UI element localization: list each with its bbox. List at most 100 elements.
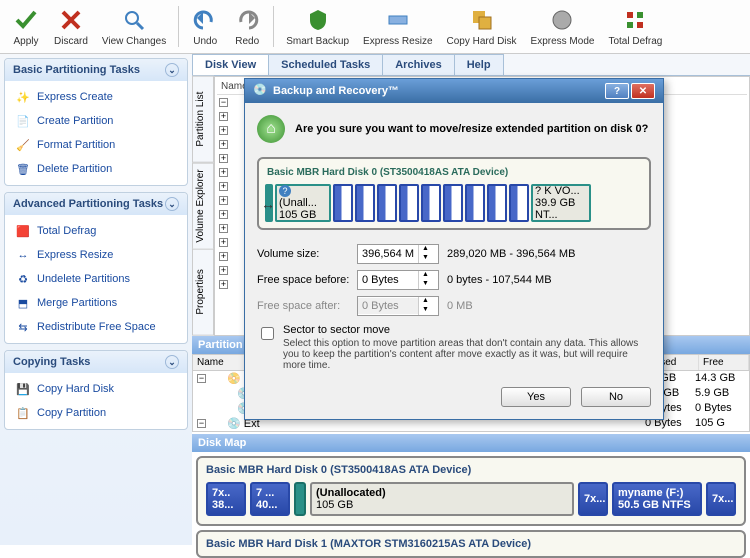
undo-button[interactable]: Undo xyxy=(185,4,225,49)
volume-size-input[interactable]: ▲▼ xyxy=(357,244,439,264)
partition-block[interactable] xyxy=(355,184,375,222)
app-icon: 💿 xyxy=(253,83,269,99)
spin-down-icon[interactable]: ▼ xyxy=(419,254,432,263)
expand-icon[interactable]: + xyxy=(219,182,228,191)
total-defrag-task[interactable]: 🟥Total Defrag xyxy=(5,219,187,243)
globe-icon xyxy=(548,6,576,34)
partition-block[interactable] xyxy=(487,184,507,222)
free-before-input[interactable]: ▲▼ xyxy=(357,270,439,290)
shield-icon xyxy=(304,6,332,34)
discard-button[interactable]: Discard xyxy=(48,4,94,49)
create-partition-task[interactable]: 📄Create Partition xyxy=(5,109,187,133)
view-tabs: Disk View Scheduled Tasks Archives Help xyxy=(192,54,750,76)
check-icon xyxy=(12,6,40,34)
partition-block[interactable] xyxy=(443,184,463,222)
free-before-label: Free space before: xyxy=(257,274,357,286)
partition-block[interactable] xyxy=(294,482,306,516)
express-resize-task[interactable]: ↔Express Resize xyxy=(5,243,187,267)
expand-icon[interactable]: + xyxy=(219,252,228,261)
partition-block[interactable]: 7x..38... xyxy=(206,482,246,516)
expand-icon[interactable]: + xyxy=(219,266,228,275)
expand-icon[interactable]: − xyxy=(219,98,228,107)
partition-block[interactable]: 7x... xyxy=(578,482,608,516)
vtab-partition-list[interactable]: Partition List xyxy=(192,76,214,163)
expand-icon[interactable]: + xyxy=(219,168,228,177)
tab-archives[interactable]: Archives xyxy=(382,54,454,75)
advanced-panel: Advanced Partitioning Tasks⌄ 🟥Total Defr… xyxy=(4,192,188,344)
free-after-range: 0 MB xyxy=(447,300,473,312)
collapse-icon[interactable]: ⌄ xyxy=(165,197,179,211)
sector-move-checkbox[interactable] xyxy=(261,327,274,340)
col-free[interactable]: Free xyxy=(699,355,749,370)
close-icon[interactable]: ✕ xyxy=(631,83,655,99)
merge-task[interactable]: ⬒Merge Partitions xyxy=(5,291,187,315)
copy-partition-task[interactable]: 📋Copy Partition xyxy=(5,401,187,425)
partition-block[interactable] xyxy=(465,184,485,222)
tab-help[interactable]: Help xyxy=(454,54,504,75)
expand-icon[interactable]: + xyxy=(219,140,228,149)
unallocated-block[interactable]: (Unallocated)105 GB xyxy=(310,482,574,516)
tab-scheduled[interactable]: Scheduled Tasks xyxy=(268,54,383,75)
expand-icon[interactable]: + xyxy=(219,280,228,289)
yes-button[interactable]: Yes xyxy=(501,387,571,407)
format-icon: 🧹 xyxy=(15,137,31,153)
expand-icon[interactable]: + xyxy=(219,238,228,247)
view-changes-button[interactable]: View Changes xyxy=(96,4,172,49)
smart-backup-button[interactable]: Smart Backup xyxy=(280,4,355,49)
disk-1-title: Basic MBR Hard Disk 1 (MAXTOR STM3160215… xyxy=(202,536,740,552)
copy-part-icon: 📋 xyxy=(15,405,31,421)
partition-block[interactable]: ? K VO...39.9 GB NT... xyxy=(531,184,591,222)
spin-up-icon[interactable]: ▲ xyxy=(419,271,432,280)
delete-partition-task[interactable]: 🗑Delete Partition xyxy=(5,157,187,181)
delete-icon: 🗑 xyxy=(15,161,31,177)
collapse-icon[interactable]: ⌄ xyxy=(165,63,179,77)
redistribute-task[interactable]: ⇆Redistribute Free Space xyxy=(5,315,187,339)
x-icon xyxy=(57,6,85,34)
expand-icon[interactable]: + xyxy=(219,224,228,233)
expand-icon[interactable]: + xyxy=(219,154,228,163)
vtab-volume-explorer[interactable]: Volume Explorer xyxy=(192,163,214,250)
unallocated-block[interactable]: ? (Unall...105 GB xyxy=(275,184,331,222)
partition-block[interactable] xyxy=(333,184,353,222)
redo-button[interactable]: Redo xyxy=(227,4,267,49)
vtab-properties[interactable]: Properties xyxy=(192,249,214,336)
partition-block[interactable] xyxy=(377,184,397,222)
express-resize-button[interactable]: Express Resize xyxy=(357,4,438,49)
disk-map-header: Disk Map xyxy=(192,434,750,452)
no-button[interactable]: No xyxy=(581,387,651,407)
spin-down-icon[interactable]: ▼ xyxy=(419,280,432,289)
copy-hard-disk-button[interactable]: Copy Hard Disk xyxy=(441,4,523,49)
main-toolbar: Apply Discard View Changes Undo Redo Sma… xyxy=(0,0,750,54)
resize-handle-icon[interactable]: ↔ xyxy=(261,196,275,212)
format-partition-task[interactable]: 🧹Format Partition xyxy=(5,133,187,157)
dialog-titlebar[interactable]: 💿 Backup and Recovery™ ? ✕ xyxy=(245,79,663,103)
partition-block[interactable] xyxy=(421,184,441,222)
expand-icon[interactable]: + xyxy=(219,112,228,121)
undelete-task[interactable]: ♻Undelete Partitions xyxy=(5,267,187,291)
defrag-icon: 🟥 xyxy=(15,223,31,239)
partition-block[interactable]: 7x... xyxy=(706,482,736,516)
express-mode-button[interactable]: Express Mode xyxy=(525,4,601,49)
tab-disk-view[interactable]: Disk View xyxy=(192,54,269,75)
help-icon[interactable]: ? xyxy=(605,83,629,99)
create-icon: 📄 xyxy=(15,113,31,129)
partition-block[interactable] xyxy=(399,184,419,222)
expand-icon[interactable]: + xyxy=(219,126,228,135)
partition-block[interactable]: myname (F:)50.5 GB NTFS xyxy=(612,482,702,516)
expand-icon[interactable]: + xyxy=(219,196,228,205)
volume-size-range: 289,020 MB - 396,564 MB xyxy=(447,248,575,260)
spin-up-icon[interactable]: ▲ xyxy=(419,245,432,254)
dialog-disk-preview: Basic MBR Hard Disk 0 (ST3500418AS ATA D… xyxy=(257,157,651,230)
collapse-icon[interactable]: ⌄ xyxy=(165,355,179,369)
express-create-task[interactable]: ✨Express Create xyxy=(5,85,187,109)
basic-panel: Basic Partitioning Tasks⌄ ✨Express Creat… xyxy=(4,58,188,186)
undo-icon xyxy=(191,6,219,34)
total-defrag-button[interactable]: Total Defrag xyxy=(602,4,668,49)
apply-button[interactable]: Apply xyxy=(6,4,46,49)
copy-hard-disk-task[interactable]: 💾Copy Hard Disk xyxy=(5,377,187,401)
resize-icon xyxy=(384,6,412,34)
partition-block[interactable]: 7 ...40... xyxy=(250,482,290,516)
partition-block[interactable] xyxy=(509,184,529,222)
expand-icon[interactable]: + xyxy=(219,210,228,219)
dialog-disk-title: Basic MBR Hard Disk 0 (ST3500418AS ATA D… xyxy=(265,165,643,180)
